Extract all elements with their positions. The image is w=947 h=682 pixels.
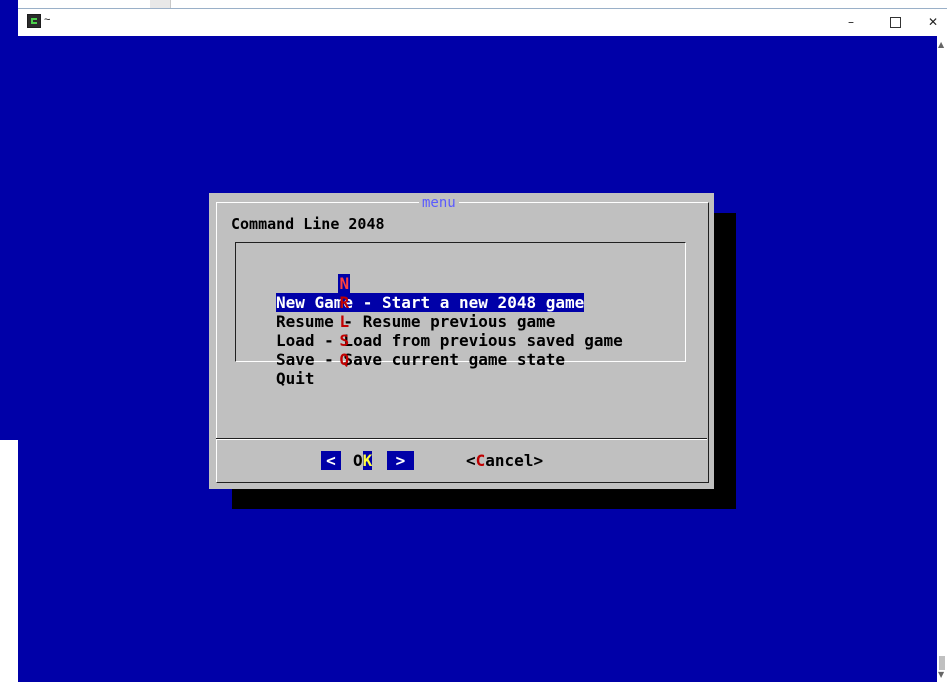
terminal-app-icon bbox=[27, 14, 41, 28]
maximize-icon bbox=[889, 17, 901, 28]
menu-item-quit[interactable]: Q Quit bbox=[242, 331, 350, 388]
terminal-area[interactable]: menu Command Line 2048 N New Game - Star… bbox=[18, 36, 937, 682]
background-window bbox=[0, 0, 18, 440]
menu-item-new-game[interactable]: N New Game - Start a new 2048 game bbox=[242, 255, 585, 312]
scrollbar-thumb[interactable] bbox=[939, 656, 945, 670]
menu-item-label: Quit bbox=[276, 369, 315, 388]
ok-button[interactable]: < OK > bbox=[321, 451, 417, 470]
menu-item-resume[interactable]: R Resume - Resume previous game bbox=[242, 274, 555, 331]
window-title: ~ bbox=[44, 14, 51, 26]
menu-dialog: menu Command Line 2048 N New Game - Star… bbox=[209, 193, 714, 489]
cancel-button-hotkey: C bbox=[475, 451, 486, 470]
menu-item-load[interactable]: L Load - Load from previous saved game bbox=[242, 293, 623, 350]
ok-button-right-bracket: > bbox=[387, 451, 414, 470]
ok-button-left-bracket: < bbox=[321, 451, 341, 470]
menu-item-key: Q bbox=[339, 350, 350, 369]
menu-item-save[interactable]: S Save - Save current game state bbox=[242, 312, 565, 369]
dialog-header: Command Line 2048 bbox=[231, 215, 385, 233]
cancel-button-left-bracket: < bbox=[466, 451, 476, 470]
maximize-button[interactable] bbox=[880, 12, 910, 32]
menu-list: N New Game - Start a new 2048 game R Res… bbox=[235, 242, 686, 388]
terminal-window: ~ – ✕ menu Command Line 2048 N New Game … bbox=[18, 8, 947, 682]
cancel-button[interactable]: <Cancel> bbox=[466, 451, 543, 470]
vertical-scrollbar[interactable]: ▲ ▼ bbox=[937, 36, 947, 682]
scroll-up-icon[interactable]: ▲ bbox=[938, 40, 944, 49]
minimize-button[interactable]: – bbox=[836, 12, 866, 32]
cancel-button-label-rest: ancel> bbox=[485, 451, 544, 470]
title-bar[interactable]: ~ – ✕ bbox=[18, 9, 947, 35]
ok-button-label: OK bbox=[353, 451, 387, 470]
dialog-title: menu bbox=[419, 194, 459, 212]
scroll-down-icon[interactable]: ▼ bbox=[938, 670, 944, 679]
ok-button-label-start: O bbox=[353, 451, 363, 470]
ok-button-hotkey: K bbox=[362, 451, 373, 470]
close-button[interactable]: ✕ bbox=[918, 12, 947, 32]
dialog-separator bbox=[216, 438, 707, 440]
